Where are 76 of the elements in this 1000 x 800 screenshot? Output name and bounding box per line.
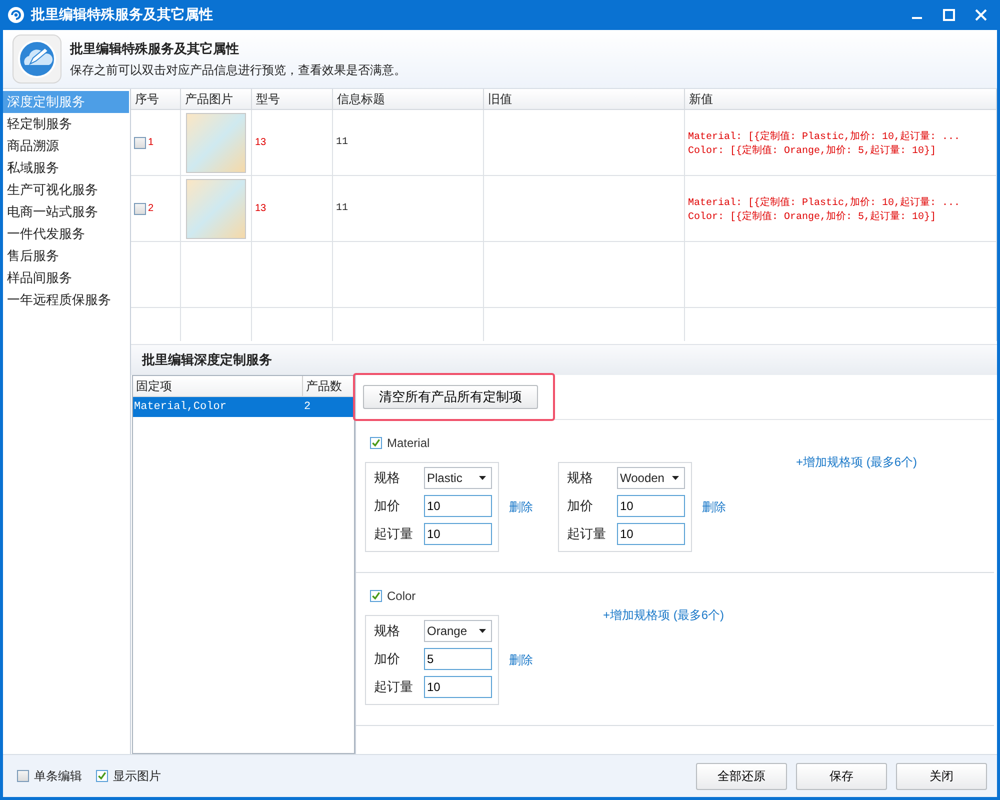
sidebar-item[interactable]: 轻定制服务 xyxy=(3,113,130,135)
footer-button[interactable]: 保存 xyxy=(796,762,887,790)
app-logo-icon xyxy=(7,6,25,24)
table-cell-text: Material: [{定制值: Plastic,加价: 10,起订量: ... xyxy=(688,196,960,208)
dropdown[interactable]: Orange xyxy=(424,620,492,642)
checkbox-label: 显示图片 xyxy=(113,768,161,784)
field-label: 规格 xyxy=(374,622,401,640)
column-header: 产品数 xyxy=(303,376,354,396)
input-field[interactable]: 10 xyxy=(424,523,492,545)
group-label: Color xyxy=(387,589,416,603)
row-number: 2 xyxy=(148,203,154,214)
table-cell: 13 xyxy=(255,137,266,148)
caret-icon xyxy=(479,476,486,480)
input-field[interactable]: 10 xyxy=(424,495,492,517)
column-header: 旧值 xyxy=(484,89,685,109)
sidebar-item[interactable]: 一年远程质保服务 xyxy=(3,289,130,311)
dialog-heading: 批里编辑特殊服务及其它属性 xyxy=(70,40,240,58)
column-header: 序号 xyxy=(131,89,181,109)
dropdown[interactable]: Plastic xyxy=(424,467,492,489)
clear-button[interactable]: 清空所有产品所有定制项 xyxy=(363,385,538,409)
sidebar-item[interactable]: 商品溯源 xyxy=(3,135,130,157)
caret-icon xyxy=(479,629,486,633)
input-field[interactable]: 10 xyxy=(617,495,685,517)
photo-placeholder xyxy=(186,112,246,172)
field-label: 起订量 xyxy=(374,678,414,696)
column-header: 信息标题 xyxy=(333,89,484,109)
table-cell: 13 xyxy=(255,203,266,214)
list-row[interactable]: Material,Color 2 xyxy=(133,397,354,417)
photo-placeholder xyxy=(186,178,246,238)
dialog-description: 保存之前可以双击对应产品信息进行预览，查看效果是否满意。 xyxy=(70,62,406,78)
edit-cloud-icon xyxy=(12,34,62,84)
input-field[interactable]: 5 xyxy=(424,648,492,670)
field-label: 规格 xyxy=(374,469,401,487)
window-title: 批里编辑特殊服务及其它属性 xyxy=(31,6,214,24)
delete-link[interactable]: 删除 xyxy=(702,498,726,516)
sidebar-item[interactable]: 样品间服务 xyxy=(3,267,130,289)
checkbox[interactable] xyxy=(96,770,108,782)
delete-link[interactable]: 删除 xyxy=(509,498,533,516)
footer-button[interactable]: 关闭 xyxy=(896,762,987,790)
input-field[interactable]: 10 xyxy=(617,523,685,545)
add-spec-link[interactable]: +增加规格项 (最多6个) xyxy=(603,607,724,624)
sidebar-item[interactable]: 电商一站式服务 xyxy=(3,201,130,223)
table-cell: 11 xyxy=(336,203,348,214)
field-label: 起订量 xyxy=(374,525,414,543)
field-label: 起订量 xyxy=(567,525,607,543)
add-spec-link[interactable]: +增加规格项 (最多6个) xyxy=(796,454,918,471)
table-cell-text: Color: [{定制值: Orange,加价: 5,起订量: 10}] xyxy=(688,210,936,222)
column-header: 型号 xyxy=(252,89,333,109)
section-title: 批里编辑深度定制服务 xyxy=(131,344,997,375)
sidebar-item[interactable]: 售后服务 xyxy=(3,245,130,267)
checkbox-label: 单条编辑 xyxy=(34,768,82,784)
input-field[interactable]: 10 xyxy=(424,676,492,698)
table-cell-text: Material: [{定制值: Plastic,加价: 10,起订量: ... xyxy=(688,130,960,142)
checkbox[interactable] xyxy=(134,202,146,214)
table-cell: 11 xyxy=(336,137,348,148)
row-number: 1 xyxy=(148,137,154,148)
dropdown[interactable]: Wooden xyxy=(617,467,685,489)
caret-icon xyxy=(672,476,679,480)
footer-button[interactable]: 全部还原 xyxy=(696,762,787,790)
checkbox[interactable] xyxy=(370,590,382,602)
column-header: 固定项 xyxy=(133,376,303,396)
checkbox[interactable] xyxy=(17,770,29,782)
delete-link[interactable]: 删除 xyxy=(509,652,533,668)
field-label: 规格 xyxy=(567,469,594,487)
group-label: Material xyxy=(387,436,430,450)
field-label: 加价 xyxy=(374,650,401,668)
checkbox[interactable] xyxy=(134,136,146,148)
table-cell-text: Color: [{定制值: Orange,加价: 5,起订量: 10}] xyxy=(688,144,936,156)
sidebar-item[interactable]: 私域服务 xyxy=(3,157,130,179)
checkbox[interactable] xyxy=(370,437,382,449)
column-header: 产品图片 xyxy=(181,89,252,109)
column-header: 新值 xyxy=(685,89,997,109)
field-label: 加价 xyxy=(374,497,401,515)
field-label: 加价 xyxy=(567,497,594,515)
sidebar-item[interactable]: 一件代发服务 xyxy=(3,223,130,245)
sidebar-item[interactable]: 生产可视化服务 xyxy=(3,179,130,201)
